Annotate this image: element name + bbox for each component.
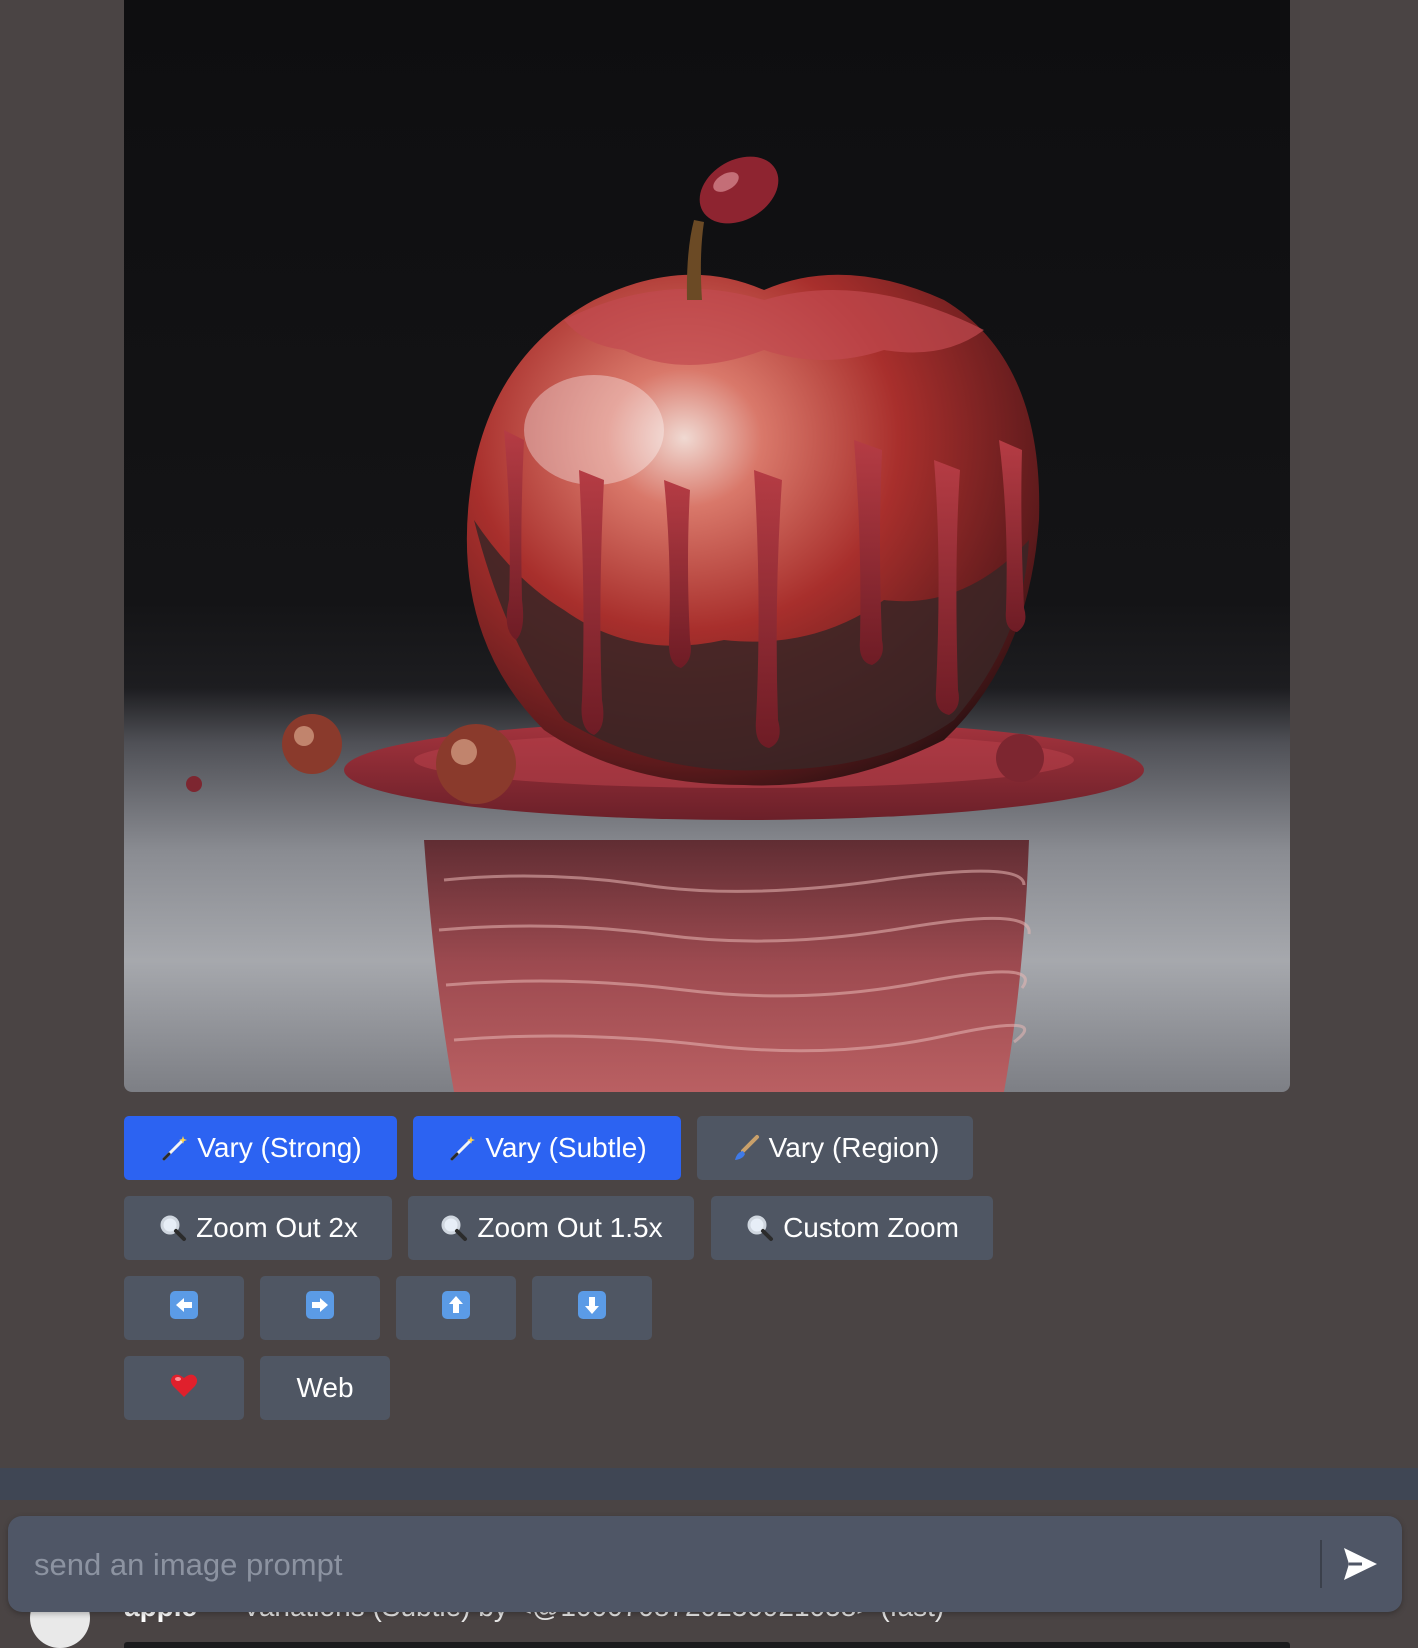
magnifier-icon — [439, 1213, 469, 1243]
zoom-out-1-5x-button[interactable]: Zoom Out 1.5x — [408, 1196, 694, 1260]
magic-wand-icon — [159, 1133, 189, 1163]
message-divider — [0, 1468, 1418, 1500]
pan-down-button[interactable] — [532, 1276, 652, 1340]
zoom-out-2x-label: Zoom Out 2x — [196, 1212, 358, 1243]
chat-page: Vary (Strong) Vary (Subtle) Vary (Region… — [0, 0, 1418, 1648]
vary-region-label: Vary (Region) — [768, 1132, 940, 1163]
prompt-input[interactable] — [32, 1538, 1306, 1592]
vary-subtle-button[interactable]: Vary (Subtle) — [413, 1116, 681, 1180]
vary-strong-label: Vary (Strong) — [197, 1132, 362, 1163]
composer-separator — [1320, 1540, 1322, 1588]
magnifier-icon — [745, 1213, 775, 1243]
custom-zoom-button[interactable]: Custom Zoom — [711, 1196, 993, 1260]
pan-up-button[interactable] — [396, 1276, 516, 1340]
prompt-composer — [8, 1516, 1402, 1612]
next-message-image-edge — [124, 1642, 1290, 1648]
arrow-down-icon — [577, 1290, 607, 1327]
vary-region-button[interactable]: Vary (Region) — [697, 1116, 973, 1180]
web-button[interactable]: Web — [260, 1356, 390, 1420]
pan-right-button[interactable] — [260, 1276, 380, 1340]
vary-subtle-label: Vary (Subtle) — [485, 1132, 647, 1163]
heart-icon — [169, 1370, 199, 1407]
arrow-up-icon — [441, 1290, 471, 1327]
favorite-button[interactable] — [124, 1356, 244, 1420]
zoom-out-2x-button[interactable]: Zoom Out 2x — [124, 1196, 392, 1260]
custom-zoom-label: Custom Zoom — [783, 1212, 959, 1243]
pan-left-button[interactable] — [124, 1276, 244, 1340]
generated-image[interactable] — [124, 0, 1290, 1092]
magnifier-icon — [158, 1213, 188, 1243]
arrow-left-icon — [169, 1290, 199, 1327]
magic-wand-icon — [447, 1133, 477, 1163]
send-arrow-icon[interactable] — [1340, 1544, 1380, 1584]
web-label: Web — [296, 1372, 354, 1403]
paintbrush-icon — [731, 1133, 761, 1163]
zoom-out-1-5x-label: Zoom Out 1.5x — [477, 1212, 663, 1243]
arrow-right-icon — [305, 1290, 335, 1327]
apple-artwork — [186, 156, 1144, 1092]
vary-strong-button[interactable]: Vary (Strong) — [124, 1116, 397, 1180]
